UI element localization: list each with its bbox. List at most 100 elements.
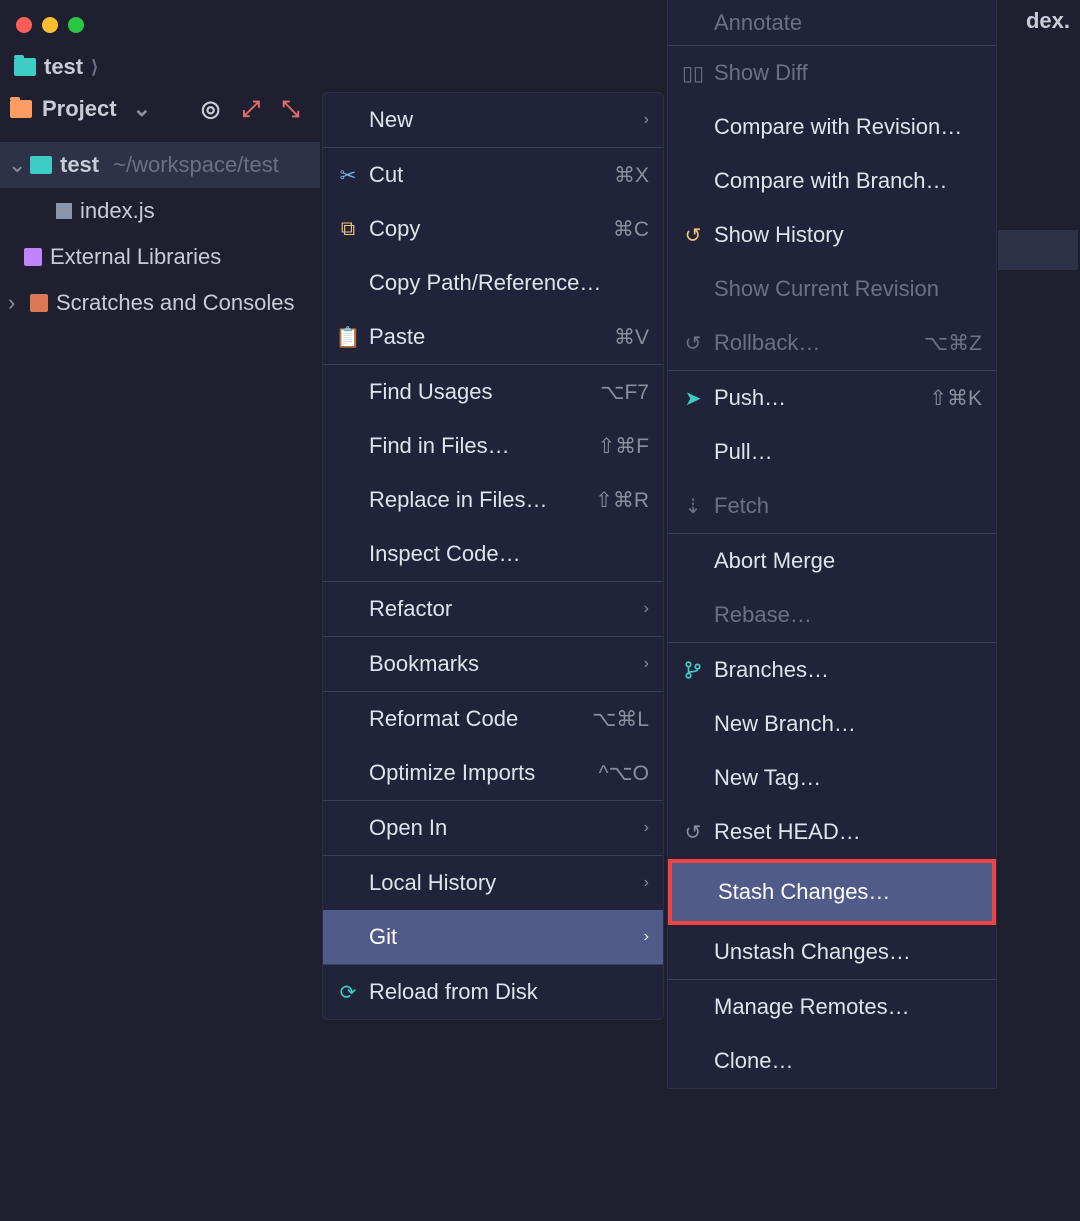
menu-reload-from-disk[interactable]: ⟳ Reload from Disk [323, 965, 663, 1019]
git-new-tag[interactable]: New Tag… [668, 751, 996, 805]
submenu-arrow-icon: › [644, 111, 649, 129]
menu-open-in[interactable]: Open In › [323, 801, 663, 855]
menu-inspect-code[interactable]: Inspect Code… [323, 527, 663, 581]
menu-label: Cut [369, 162, 403, 188]
close-window-button[interactable] [16, 17, 32, 33]
menu-shortcut: ⌥⌘L [592, 707, 649, 732]
submenu-arrow-icon: › [644, 655, 649, 673]
spacer [337, 381, 359, 403]
menu-replace-in-files[interactable]: Replace in Files… ⇧⌘R [323, 473, 663, 527]
js-file-icon [56, 203, 72, 219]
minimize-window-button[interactable] [42, 17, 58, 33]
expand-icon[interactable]: ⤢ [242, 96, 260, 122]
menu-label: Compare with Branch… [714, 168, 948, 194]
folder-icon [30, 156, 52, 174]
breadcrumb-label: test [44, 54, 83, 80]
spacer [682, 604, 704, 626]
git-stash-changes[interactable]: Stash Changes… [668, 859, 996, 925]
scratch-icon [30, 294, 48, 312]
editor-line-highlight [998, 230, 1078, 270]
menu-label: Rebase… [714, 602, 812, 628]
menu-copy-path[interactable]: Copy Path/Reference… [323, 256, 663, 310]
git-compare-revision[interactable]: Compare with Revision… [668, 100, 996, 154]
tree-root[interactable]: ⌄ test ~/workspace/test [0, 142, 320, 188]
diff-icon: ▯▯ [682, 62, 704, 84]
git-show-history[interactable]: ↺ Show History [668, 208, 996, 262]
menu-label: Replace in Files… [369, 487, 548, 513]
menu-label: Unstash Changes… [714, 939, 911, 965]
tree-root-path: ~/workspace/test [113, 152, 279, 178]
menu-refactor[interactable]: Refactor › [323, 582, 663, 636]
menu-new[interactable]: New › [323, 93, 663, 147]
submenu-arrow-icon: › [644, 928, 649, 946]
menu-label: Git [369, 924, 397, 950]
menu-shortcut: ⌘X [614, 163, 649, 188]
menu-find-in-files[interactable]: Find in Files… ⇧⌘F [323, 419, 663, 473]
tree-ext-libs-label: External Libraries [50, 244, 221, 270]
menu-label: Open In [369, 815, 447, 841]
menu-label: Optimize Imports [369, 760, 535, 786]
git-reset-head[interactable]: ↺ Reset HEAD… [668, 805, 996, 859]
chevron-down-icon[interactable]: ⌄ [133, 96, 151, 122]
git-manage-remotes[interactable]: Manage Remotes… [668, 980, 996, 1034]
tree-expander-icon[interactable]: › [8, 290, 22, 316]
submenu-arrow-icon: › [644, 600, 649, 618]
spacer [337, 817, 359, 839]
menu-label: Inspect Code… [369, 541, 521, 567]
menu-cut[interactable]: ✂ Cut ⌘X [323, 148, 663, 202]
spacer [682, 550, 704, 572]
reset-icon: ↺ [682, 821, 704, 843]
menu-label: Bookmarks [369, 651, 479, 677]
spacer [337, 762, 359, 784]
scissors-icon: ✂ [337, 164, 359, 186]
menu-label: New Tag… [714, 765, 821, 791]
menu-label: Stash Changes… [718, 879, 890, 905]
collapse-icon[interactable]: ⤡ [282, 96, 300, 122]
menu-bookmarks[interactable]: Bookmarks › [323, 637, 663, 691]
menu-optimize-imports[interactable]: Optimize Imports ^⌥O [323, 746, 663, 800]
menu-label: New [369, 107, 413, 133]
history-icon: ↺ [682, 224, 704, 246]
clipboard-icon: 📋 [337, 326, 359, 348]
git-new-branch[interactable]: New Branch… [668, 697, 996, 751]
target-icon[interactable]: ◎ [201, 96, 220, 122]
git-branches[interactable]: Branches… [668, 643, 996, 697]
submenu-arrow-icon: › [644, 874, 649, 892]
menu-copy[interactable]: ⧉ Copy ⌘C [323, 202, 663, 256]
menu-label: Branches… [714, 657, 829, 683]
menu-label: Abort Merge [714, 548, 835, 574]
tree-external-libraries[interactable]: External Libraries [0, 234, 320, 280]
submenu-arrow-icon: › [644, 819, 649, 837]
maximize-window-button[interactable] [68, 17, 84, 33]
tree-scratches[interactable]: › Scratches and Consoles [0, 280, 320, 326]
branch-icon [682, 659, 704, 681]
git-clone[interactable]: Clone… [668, 1034, 996, 1088]
git-push[interactable]: ➤ Push… ⇧⌘K [668, 371, 996, 425]
spacer [682, 1050, 704, 1072]
spacer [682, 941, 704, 963]
spacer [337, 598, 359, 620]
menu-reformat-code[interactable]: Reformat Code ⌥⌘L [323, 692, 663, 746]
tree-expander-icon[interactable]: ⌄ [8, 152, 22, 178]
spacer [682, 278, 704, 300]
git-compare-branch[interactable]: Compare with Branch… [668, 154, 996, 208]
tree-file-index-js[interactable]: index.js [0, 188, 320, 234]
project-view-label[interactable]: Project [42, 96, 117, 122]
menu-local-history[interactable]: Local History › [323, 856, 663, 910]
git-fetch: ⇣ Fetch [668, 479, 996, 533]
git-submenu: Annotate ▯▯ Show Diff Compare with Revis… [667, 0, 997, 1089]
tree-root-name: test [60, 152, 99, 178]
git-pull[interactable]: Pull… [668, 425, 996, 479]
menu-paste[interactable]: 📋 Paste ⌘V [323, 310, 663, 364]
spacer [686, 881, 708, 903]
menu-label: Pull… [714, 439, 773, 465]
folder-icon [14, 58, 36, 76]
git-rebase: Rebase… [668, 588, 996, 642]
git-abort-merge[interactable]: Abort Merge [668, 534, 996, 588]
git-unstash-changes[interactable]: Unstash Changes… [668, 925, 996, 979]
menu-find-usages[interactable]: Find Usages ⌥F7 [323, 365, 663, 419]
breadcrumb[interactable]: test ⟩ [14, 54, 98, 80]
spacer [682, 12, 704, 34]
menu-git[interactable]: Git › [323, 910, 663, 964]
menu-label: Manage Remotes… [714, 994, 910, 1020]
